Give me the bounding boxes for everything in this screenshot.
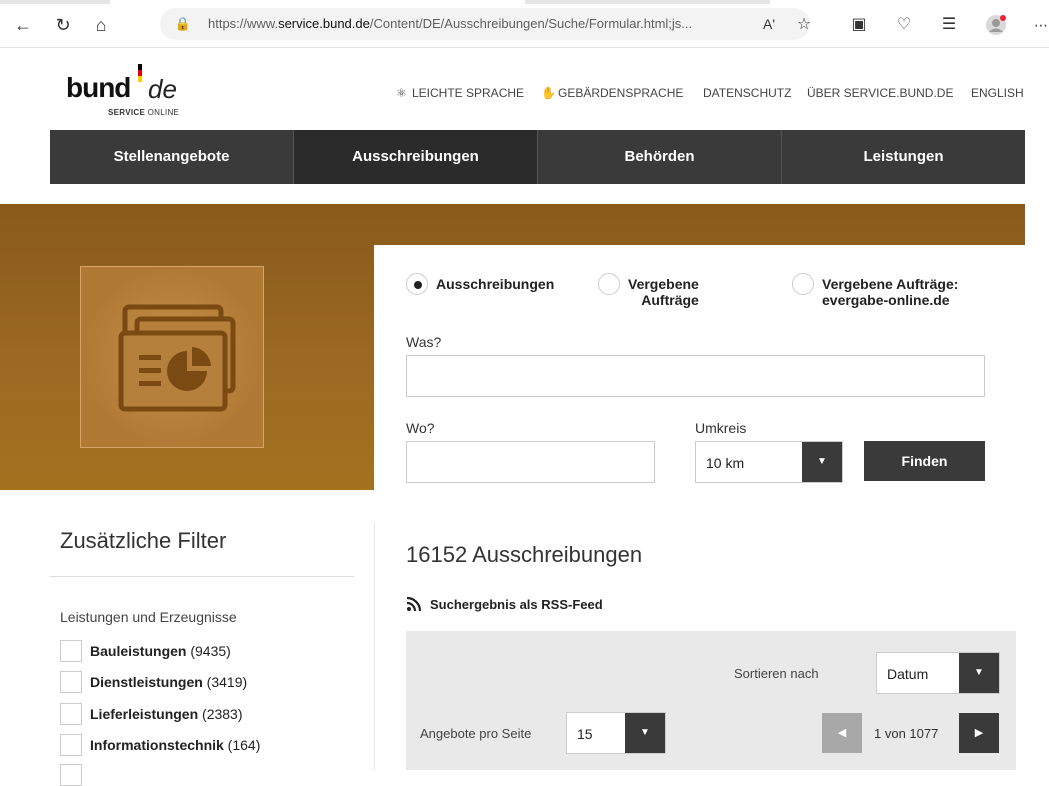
radio-dot-selected[interactable] bbox=[406, 273, 428, 295]
filter-checkbox[interactable] bbox=[60, 671, 82, 693]
filter-checkbox[interactable] bbox=[60, 764, 82, 786]
logo-de-text: de bbox=[148, 74, 177, 104]
filter-divider bbox=[50, 576, 354, 577]
results-controls-panel: Sortieren nach Datum ▼ Angebote pro Seit… bbox=[406, 631, 1016, 770]
gebaerdensprache-link[interactable]: GEBÄRDENSPRACHE bbox=[558, 86, 683, 100]
filter-item-informationstechnik[interactable]: Informationstechnik (164) bbox=[60, 734, 260, 756]
previous-page-button[interactable]: ◀ bbox=[822, 713, 862, 753]
chevron-down-icon[interactable]: ▼ bbox=[959, 653, 999, 693]
filter-checkbox[interactable] bbox=[60, 703, 82, 725]
results-count-title: 16152 Ausschreibungen bbox=[406, 542, 643, 567]
per-page-label: Angebote pro Seite bbox=[420, 726, 532, 741]
datenschutz-link[interactable]: DATENSCHUTZ bbox=[703, 86, 791, 100]
radio-dot[interactable] bbox=[792, 273, 814, 295]
finden-button[interactable]: Finden bbox=[864, 441, 985, 481]
lock-icon[interactable]: 🔒 bbox=[174, 15, 192, 33]
main-navigation: Stellenangebote Ausschreibungen Behörden… bbox=[50, 130, 1025, 184]
sort-select[interactable]: Datum ▼ bbox=[876, 652, 1000, 694]
nav-ausschreibungen[interactable]: Ausschreibungen bbox=[294, 130, 538, 184]
nav-behoerden[interactable]: Behörden bbox=[538, 130, 782, 184]
read-aloud-icon[interactable]: Aʹ bbox=[758, 13, 780, 35]
umkreis-select[interactable]: 10 km ▼ bbox=[695, 441, 843, 483]
sort-label: Sortieren nach bbox=[734, 666, 819, 681]
radio-evergabe-label: Vergebene Aufträge: evergabe-online.de bbox=[822, 276, 959, 308]
browser-toolbar: ← ↻ ⌂ 🔒 https://www.service.bund.de/Cont… bbox=[0, 0, 1049, 48]
more-menu-icon[interactable]: ⋯ bbox=[1030, 14, 1049, 36]
radio-vergebene-label: Vergebene Aufträge bbox=[628, 276, 699, 308]
umkreis-label: Umkreis bbox=[695, 420, 747, 436]
wo-input[interactable] bbox=[406, 441, 655, 483]
chevron-down-icon[interactable]: ▼ bbox=[625, 713, 665, 753]
was-label: Was? bbox=[406, 334, 442, 350]
flag-icon bbox=[138, 64, 142, 82]
browser-essentials-icon[interactable]: ♡ bbox=[893, 14, 915, 36]
filter-checkbox[interactable] bbox=[60, 734, 82, 756]
sort-value: Datum bbox=[887, 666, 929, 682]
filter-group-title: Leistungen und Erzeugnisse bbox=[60, 609, 237, 625]
extension-icon[interactable]: ▣ bbox=[848, 14, 870, 36]
filter-item-partial[interactable] bbox=[60, 764, 82, 786]
rss-feed-label: Suchergebnis als RSS-Feed bbox=[430, 596, 603, 612]
profile-avatar-icon[interactable] bbox=[985, 14, 1007, 36]
radio-vergebene-auftraege[interactable]: Vergebene Aufträge bbox=[598, 273, 699, 308]
filter-item-bauleistungen[interactable]: Bauleistungen (9435) bbox=[60, 640, 231, 662]
filter-item-dienstleistungen[interactable]: Dienstleistungen (3419) bbox=[60, 671, 247, 693]
ueber-link[interactable]: ÜBER SERVICE.BUND.DE bbox=[807, 86, 953, 100]
radio-ausschreibungen-label: Ausschreibungen bbox=[436, 276, 555, 292]
radio-evergabe[interactable]: Vergebene Aufträge: evergabe-online.de bbox=[792, 273, 958, 308]
tab-strip-right bbox=[525, 0, 770, 4]
chevron-down-icon[interactable]: ▼ bbox=[802, 442, 842, 482]
per-page-select[interactable]: 15 ▼ bbox=[566, 712, 666, 754]
search-form: Ausschreibungen Vergebene Aufträge Vergeb… bbox=[374, 245, 1025, 493]
gebaerdensprache-icon: ✋ bbox=[541, 86, 556, 100]
refresh-icon[interactable]: ↻ bbox=[52, 14, 74, 36]
radio-dot[interactable] bbox=[598, 273, 620, 295]
pagination-text: 1 von 1077 bbox=[874, 726, 939, 741]
english-link[interactable]: ENGLISH bbox=[971, 86, 1024, 100]
rss-icon bbox=[406, 596, 422, 612]
filter-checkbox[interactable] bbox=[60, 640, 82, 662]
favorites-list-icon[interactable]: ☰ bbox=[938, 14, 960, 36]
leichte-sprache-icon: ⚛ bbox=[396, 86, 407, 100]
nav-leistungen[interactable]: Leistungen bbox=[782, 130, 1025, 184]
tab-strip-left bbox=[0, 0, 110, 4]
column-divider bbox=[374, 522, 375, 770]
nav-stellenangebote[interactable]: Stellenangebote bbox=[50, 130, 294, 184]
url-text[interactable]: https://www.service.bund.de/Content/DE/A… bbox=[208, 16, 692, 31]
address-bar[interactable]: 🔒 https://www.service.bund.de/Content/DE… bbox=[160, 8, 810, 40]
home-icon[interactable]: ⌂ bbox=[90, 14, 112, 36]
filter-item-lieferleistungen[interactable]: Lieferleistungen (2383) bbox=[60, 703, 243, 725]
favorite-icon[interactable]: ☆ bbox=[793, 14, 815, 36]
filter-title: Zusätzliche Filter bbox=[60, 528, 227, 553]
back-icon[interactable]: ← bbox=[12, 14, 34, 36]
rss-feed-link[interactable]: Suchergebnis als RSS-Feed bbox=[406, 596, 603, 612]
bund-de-logo[interactable]: bund de SERVICE ONLINE bbox=[66, 60, 216, 120]
was-input[interactable] bbox=[406, 355, 985, 397]
leichte-sprache-link[interactable]: LEICHTE SPRACHE bbox=[412, 86, 524, 100]
logo-bund-text: bund bbox=[66, 72, 131, 103]
wo-label: Wo? bbox=[406, 420, 435, 436]
radio-ausschreibungen[interactable]: Ausschreibungen bbox=[406, 273, 554, 295]
next-page-button[interactable]: ▶ bbox=[959, 713, 999, 753]
tender-document-icon bbox=[80, 266, 264, 448]
umkreis-value: 10 km bbox=[706, 455, 745, 471]
logo-service-online: SERVICE ONLINE bbox=[108, 108, 180, 117]
per-page-value: 15 bbox=[577, 726, 593, 742]
